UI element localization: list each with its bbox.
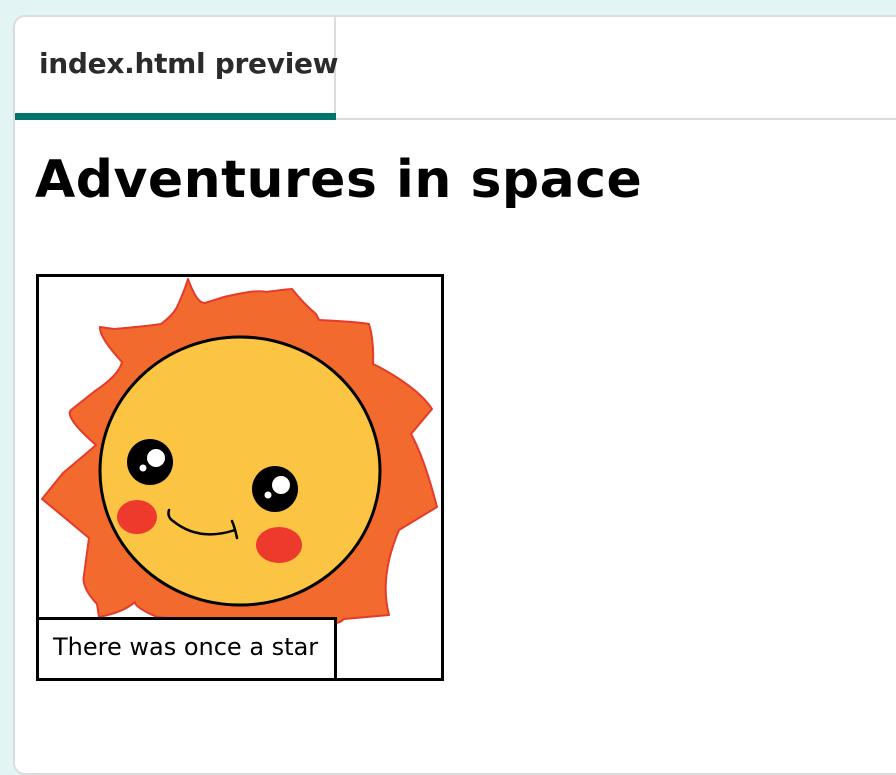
page-title: Adventures in space bbox=[35, 150, 643, 210]
active-tab-indicator bbox=[15, 113, 336, 120]
right-cheek bbox=[256, 527, 302, 563]
tab-label: index.html preview bbox=[39, 47, 339, 80]
left-eye bbox=[127, 439, 173, 485]
tab-bar: index.html preview bbox=[15, 17, 896, 120]
tab-index-html-preview[interactable]: index.html preview bbox=[15, 17, 339, 120]
right-eye bbox=[252, 466, 298, 512]
comic-panel: There was once a star bbox=[36, 274, 444, 681]
preview-window: index.html preview Adventures in space T… bbox=[13, 15, 896, 775]
preview-content: Adventures in space There was once a sta… bbox=[15, 120, 896, 773]
caption-box: There was once a star bbox=[39, 617, 337, 678]
left-cheek bbox=[117, 500, 157, 534]
caption-text: There was once a star bbox=[53, 633, 319, 661]
